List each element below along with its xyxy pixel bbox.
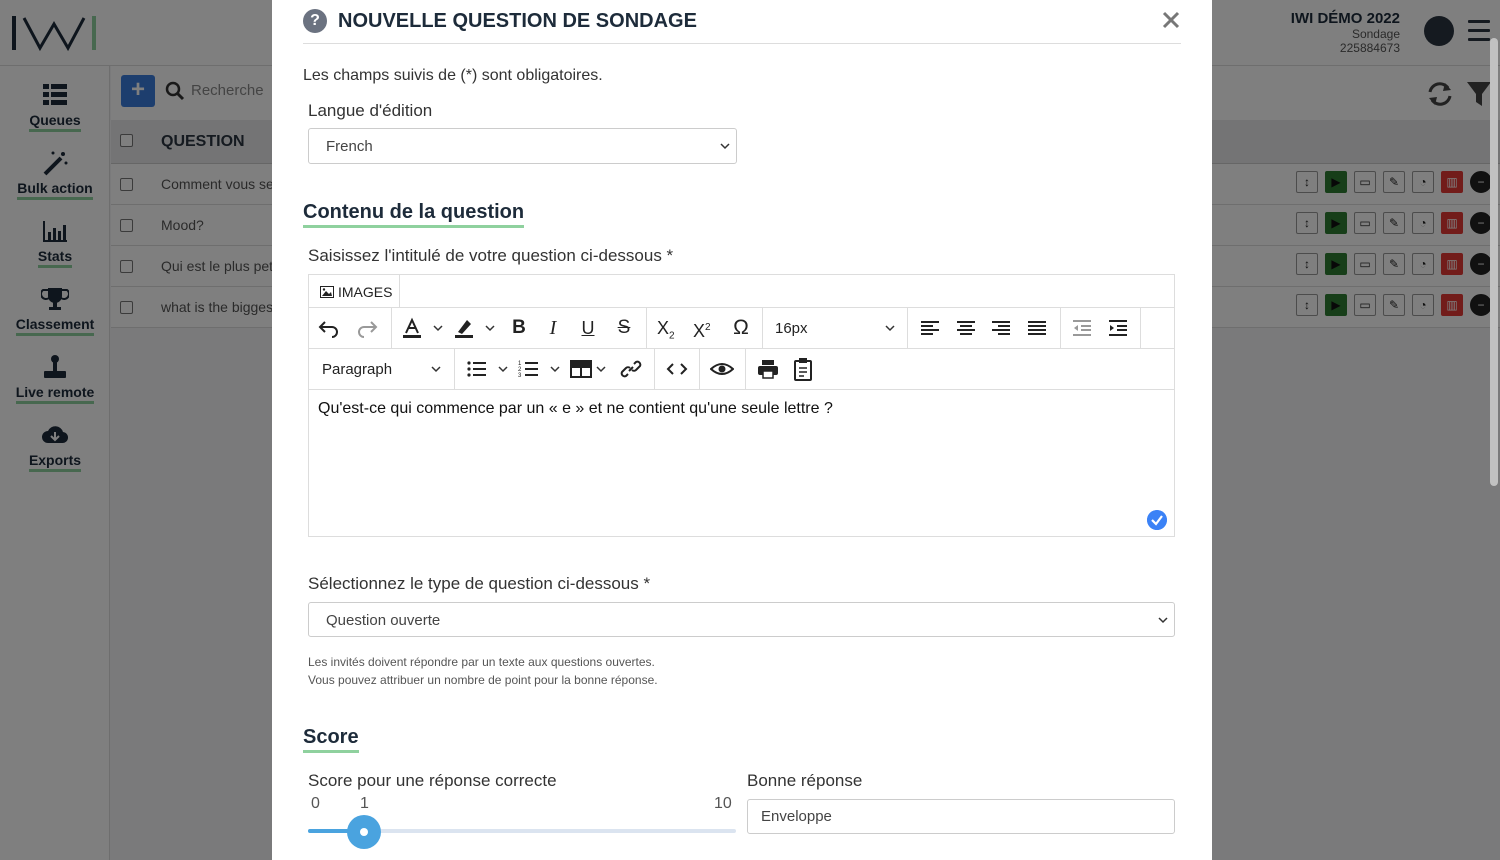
new-question-modal: ? NOUVELLE QUESTION DE SONDAGE Les champ… — [272, 0, 1212, 860]
redo-icon[interactable] — [355, 316, 379, 340]
paste-icon[interactable] — [791, 357, 815, 381]
toolbar-separator — [699, 349, 700, 389]
toolbar-separator — [454, 349, 455, 389]
score-slider-value: 1 — [360, 795, 369, 812]
language-value: French — [326, 138, 373, 155]
question-type-value: Question ouverte — [326, 612, 441, 629]
toolbar-separator — [646, 308, 647, 348]
chevron-down-icon[interactable] — [485, 323, 495, 333]
print-icon[interactable] — [756, 357, 780, 381]
score-slider-fill — [308, 829, 351, 833]
preview-eye-icon[interactable] — [710, 357, 734, 381]
chevron-down-icon — [720, 143, 730, 150]
indent-icon[interactable] — [1106, 316, 1130, 340]
toolbar-separator — [745, 349, 746, 389]
bold-icon[interactable]: B — [507, 316, 531, 340]
italic-icon[interactable]: I — [541, 316, 565, 340]
toolbar-separator — [391, 308, 392, 348]
language-select[interactable]: French — [308, 128, 737, 164]
underline-icon[interactable]: U — [576, 316, 600, 340]
score-slider-max: 10 — [714, 795, 732, 812]
correct-answer-label: Bonne réponse — [747, 771, 863, 790]
toolbar-separator — [1140, 308, 1141, 348]
score-slider-min: 0 — [311, 795, 320, 812]
close-icon[interactable] — [1161, 10, 1181, 30]
numbered-list-icon[interactable]: 123 — [517, 357, 541, 381]
question-mark-icon: ? — [303, 9, 327, 33]
block-format-select[interactable]: Paragraph — [322, 361, 392, 378]
svg-text:3: 3 — [518, 373, 522, 379]
font-size-select[interactable]: 16px — [775, 320, 808, 337]
question-type-select[interactable]: Question ouverte — [308, 602, 1175, 637]
table-icon[interactable] — [569, 357, 593, 381]
section-title-score: Score — [303, 726, 359, 753]
align-left-icon[interactable] — [918, 316, 942, 340]
modal-title: NOUVELLE QUESTION DE SONDAGE — [338, 10, 697, 32]
chevron-down-icon[interactable] — [885, 323, 895, 333]
editor-toolbar-row-2: Paragraph 123 — [309, 349, 1174, 390]
subscript-icon[interactable]: X2 — [657, 316, 681, 342]
chevron-down-icon[interactable] — [431, 364, 441, 374]
images-label: IMAGES — [338, 284, 393, 300]
check-circle-icon — [1147, 510, 1167, 530]
editor-toolbar-row-1: B I U S X2 X2 Ω 16px — [309, 308, 1174, 349]
align-right-icon[interactable] — [989, 316, 1013, 340]
code-icon[interactable] — [665, 357, 689, 381]
language-label: Langue d'édition — [308, 101, 433, 120]
highlight-icon[interactable] — [452, 316, 476, 340]
undo-icon[interactable] — [317, 316, 341, 340]
chevron-down-icon[interactable] — [596, 364, 606, 374]
images-button[interactable]: IMAGES — [309, 275, 400, 307]
align-center-icon[interactable] — [954, 316, 978, 340]
text-color-icon[interactable] — [400, 316, 424, 340]
chevron-down-icon[interactable] — [550, 364, 560, 374]
image-icon — [320, 286, 334, 298]
align-justify-icon[interactable] — [1025, 316, 1049, 340]
toolbar-separator — [907, 308, 908, 348]
section-title-content: Contenu de la question — [303, 201, 525, 228]
chevron-down-icon[interactable] — [498, 364, 508, 374]
toolbar-separator — [762, 308, 763, 348]
chevron-down-icon — [1158, 617, 1168, 624]
strikethrough-icon[interactable]: S — [612, 316, 636, 340]
score-slider-handle[interactable] — [347, 815, 381, 849]
outdent-icon[interactable] — [1070, 316, 1094, 340]
chevron-down-icon[interactable] — [433, 323, 443, 333]
special-char-icon[interactable]: Ω — [729, 316, 753, 340]
score-label: Score pour une réponse correcte — [308, 771, 557, 790]
editor-custom-toolbar: IMAGES — [309, 275, 1174, 308]
bullet-list-icon[interactable] — [465, 357, 489, 381]
rich-text-editor: IMAGES B I U S X2 X2 Ω 16px Paragraph 1 … — [308, 274, 1175, 537]
question-type-help-line-1: Les invités doivent répondre par un text… — [308, 655, 655, 669]
required-fields-note: Les champs suivis de (*) sont obligatoir… — [303, 67, 603, 84]
editor-content[interactable]: Qu'est-ce qui commence par un « e » et n… — [318, 400, 833, 418]
question-type-label: Sélectionnez le type de question ci-dess… — [308, 574, 651, 593]
toolbar-separator — [1060, 308, 1061, 348]
correct-answer-input[interactable] — [747, 799, 1175, 834]
superscript-icon[interactable]: X2 — [693, 316, 717, 341]
link-icon[interactable] — [619, 357, 643, 381]
question-text-label: Saisissez l'intitulé de votre question c… — [308, 246, 674, 265]
question-type-help-line-2: Vous pouvez attribuer un nombre de point… — [308, 673, 658, 687]
modal-header: ? NOUVELLE QUESTION DE SONDAGE — [303, 0, 1181, 44]
page-scrollbar[interactable] — [1490, 38, 1498, 486]
toolbar-separator — [654, 349, 655, 389]
